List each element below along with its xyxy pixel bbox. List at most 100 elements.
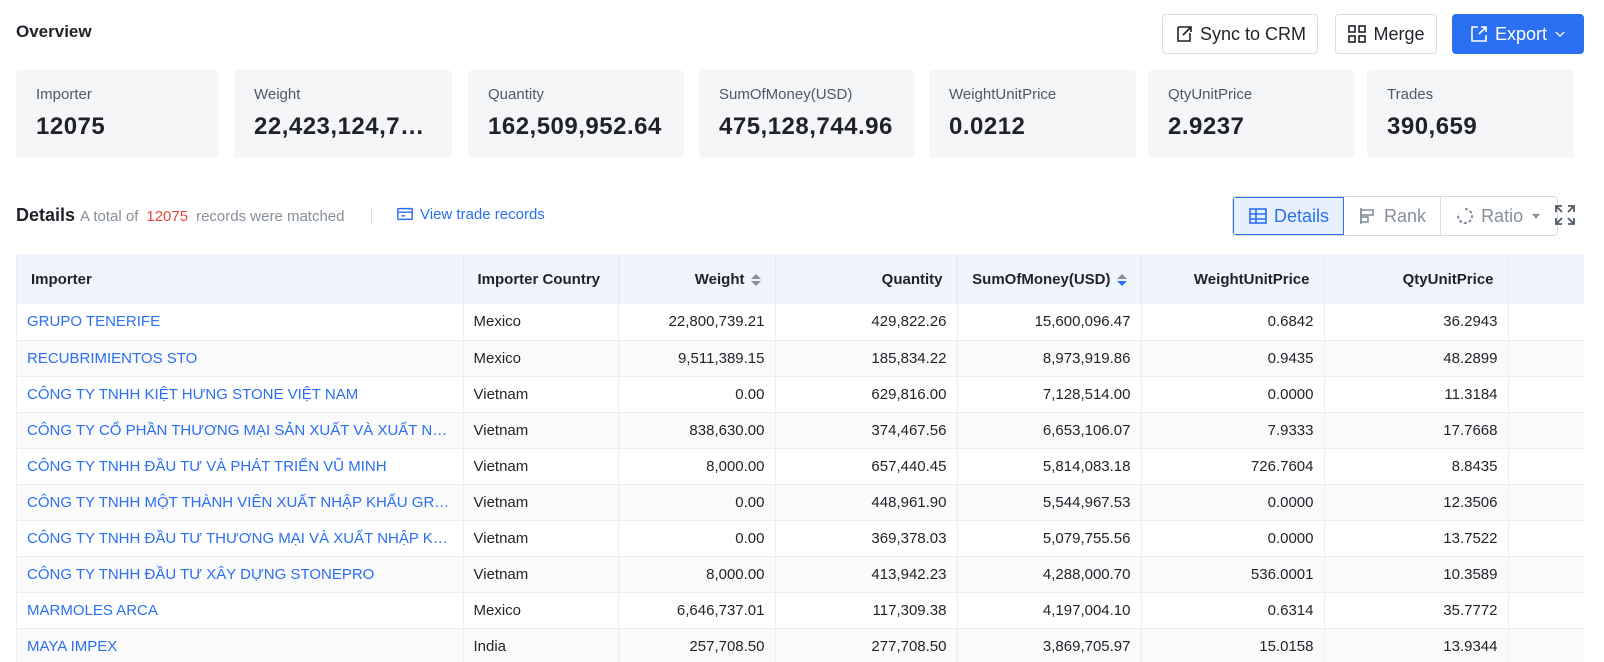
tab-ratio-label: Ratio [1481,205,1524,226]
fullscreen-icon[interactable] [1554,204,1576,226]
table-row[interactable]: CÔNG TY TNHH ĐẦU TƯ XÂY DỰNG STONEPRO Vie… [17,556,1584,593]
col-header-weight-unit-price[interactable]: WeightUnitPrice [1141,254,1325,304]
overview-title: Overview [16,22,92,41]
tab-details[interactable]: Details [1233,197,1345,235]
stat-card-trades: Trades 390,659 [1367,70,1574,158]
cell-weight-unit-price: 0.9435 [1141,340,1325,377]
view-mode-switch: Details Rank Ratio [1232,196,1559,236]
view-trade-records-label: View trade records [420,205,545,223]
col-header-importer[interactable]: Importer [17,254,464,304]
cell-weight-unit-price: 7.9333 [1141,412,1325,449]
cell-quantity: 374,467.56 [775,412,958,449]
records-prefix: A total of [80,208,139,225]
col-header-label: Weight [694,270,745,288]
cell-weight-unit-price: 726.7604 [1141,448,1325,485]
cell-quantity: 185,834.22 [775,340,958,377]
export-label: Export [1494,23,1548,44]
cell-weight: 838,630.00 [618,412,776,449]
cell-quantity: 117,309.38 [775,592,958,629]
table-row[interactable]: CÔNG TY TNHH ĐẦU TƯ THƯƠNG MẠI VÀ XUẤT N… [17,520,1584,557]
cell-country: Mexico [463,304,619,341]
stat-label: Importer [36,86,92,103]
cell-country: Vietnam [463,484,619,521]
table-row[interactable]: MAYA IMPEX India 257,708.50 277,708.50 3,869… [17,628,1584,662]
divider [371,207,372,225]
stat-value: 390,659 [1387,113,1478,140]
cell-quantity: 429,822.26 [775,304,958,341]
cell-extra [1508,412,1584,449]
sort-icon[interactable] [1116,273,1127,286]
stat-label: Weight [254,86,301,103]
sync-icon [1177,26,1192,42]
records-count: 12075 [146,208,189,225]
table-row[interactable]: CÔNG TY CỔ PHẦN THƯƠNG MẠI SẢN XUẤT VÀ X… [17,412,1584,449]
cell-country: Vietnam [463,412,619,449]
cell-importer[interactable]: GRUPO TENERIFE [17,304,464,341]
cell-sum-of-money: 15,600,096.47 [957,304,1142,341]
cell-sum-of-money: 6,653,106.07 [957,412,1142,449]
sync-to-crm-button[interactable]: Sync to CRM [1162,14,1318,54]
table-row[interactable]: CÔNG TY TNHH ĐẦU TƯ VÀ PHÁT TRIỂN VŨ MIN… [17,448,1584,485]
tab-ratio[interactable]: Ratio [1441,197,1557,235]
stat-card-quantity: Quantity 162,509,952.64 [468,70,684,158]
table-row[interactable]: CÔNG TY TNHH KIỆT HƯNG STONE VIỆT NAM Vie… [17,376,1584,413]
view-trade-records-link[interactable]: View trade records [396,205,545,223]
stat-card-weight: Weight 22,423,124,77… [234,70,452,158]
cell-importer[interactable]: CÔNG TY CỔ PHẦN THƯƠNG MẠI SẢN XUẤT VÀ X… [17,412,464,449]
cell-sum-of-money: 5,079,755.56 [957,520,1142,557]
stat-card-qty-unit-price: QtyUnitPrice 2.9237 [1148,70,1354,158]
table-row[interactable]: MARMOLES ARCA Mexico 6,646,737.01 117,309.3… [17,592,1584,629]
table-row[interactable]: CÔNG TY TNHH MỘT THÀNH VIÊN XUẤT NHẬP KH… [17,484,1584,521]
cell-importer[interactable]: RECUBRIMIENTOS STO [17,340,464,377]
cell-country: India [463,628,619,662]
stat-value: 0.0212 [949,113,1026,140]
cell-weight: 6,646,737.01 [618,592,776,629]
cell-weight: 0.00 [618,376,776,413]
sort-icon[interactable] [750,273,761,286]
tab-rank[interactable]: Rank [1344,197,1442,235]
cell-extra [1508,628,1584,662]
cell-qty-unit-price: 17.7668 [1324,412,1509,449]
cell-importer[interactable]: CÔNG TY TNHH KIỆT HƯNG STONE VIỆT NAM [17,376,464,413]
cell-extra [1508,304,1584,341]
merge-button[interactable]: Merge [1335,14,1437,54]
stat-value: 162,509,952.64 [488,113,662,140]
cell-importer[interactable]: MAYA IMPEX [17,628,464,662]
cell-weight: 22,800,739.21 [618,304,776,341]
cell-quantity: 629,816.00 [775,376,958,413]
export-button[interactable]: Export [1452,14,1584,54]
cell-importer[interactable]: CÔNG TY TNHH ĐẦU TƯ VÀ PHÁT TRIỂN VŨ MIN… [17,448,464,485]
ratio-icon [1457,208,1474,224]
cell-importer[interactable]: CÔNG TY TNHH MỘT THÀNH VIÊN XUẤT NHẬP KH… [17,484,464,521]
cell-importer[interactable]: CÔNG TY TNHH ĐẦU TƯ THƯƠNG MẠI VÀ XUẤT N… [17,520,464,557]
col-header-sum-of-money[interactable]: SumOfMoney(USD) [957,254,1142,304]
cell-importer[interactable]: CÔNG TY TNHH ĐẦU TƯ XÂY DỰNG STONEPRO [17,556,464,593]
sync-to-crm-label: Sync to CRM [1199,23,1307,44]
col-header-qty-unit-price[interactable]: QtyUnitPrice [1324,254,1509,304]
cell-quantity: 369,378.03 [775,520,958,557]
cell-qty-unit-price: 13.9344 [1324,628,1509,662]
merge-icon [1348,25,1367,43]
cell-country: Vietnam [463,556,619,593]
details-title: Details [16,205,76,225]
col-header-quantity[interactable]: Quantity [775,254,958,304]
col-header-weight[interactable]: Weight [618,254,776,304]
col-header-extra [1508,254,1584,304]
table-row[interactable]: GRUPO TENERIFE Mexico 22,800,739.21 429,822… [17,304,1584,341]
stat-card-sum-of-money: SumOfMoney(USD) 475,128,744.96 [699,70,914,158]
cell-quantity: 448,961.90 [775,484,958,521]
overview-header: Overview Sync to CRM Merge Export [16,14,1584,54]
export-icon [1471,26,1487,42]
chevron-down-icon [1555,31,1565,37]
cell-sum-of-money: 7,128,514.00 [957,376,1142,413]
cell-extra [1508,376,1584,413]
rank-icon [1360,208,1374,224]
col-header-label: Importer [31,270,92,288]
cell-extra [1508,592,1584,629]
col-header-country[interactable]: Importer Country [463,254,619,304]
table-row[interactable]: RECUBRIMIENTOS STO Mexico 9,511,389.15 185,… [17,340,1584,377]
records-icon [397,207,413,221]
cell-importer[interactable]: MARMOLES ARCA [17,592,464,629]
stat-label: Quantity [488,86,544,103]
cell-weight-unit-price: 0.6314 [1141,592,1325,629]
